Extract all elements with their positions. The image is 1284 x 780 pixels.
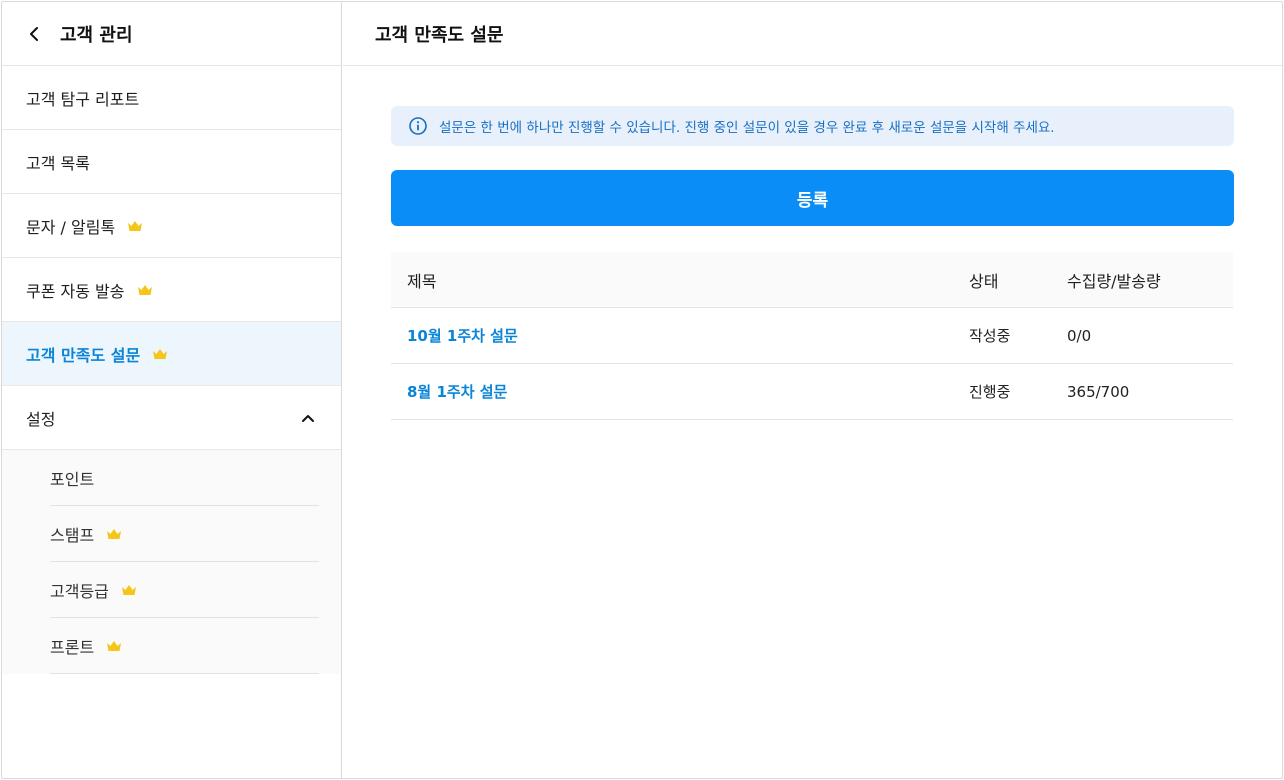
sidebar-item-customer-list[interactable]: 고객 목록 xyxy=(2,130,341,194)
survey-status: 진행중 xyxy=(969,383,1011,401)
table-row[interactable]: 8월 1주차 설문 진행중 365/700 xyxy=(391,364,1233,420)
submenu-item-front[interactable]: 프론트 xyxy=(50,618,319,674)
submenu-item-label: 포인트 xyxy=(50,469,95,489)
sidebar-item-satisfaction-survey[interactable]: 고객 만족도 설문 xyxy=(2,322,341,386)
survey-table: 제목 상태 수집량/발송량 10월 1주차 설문 작성중 0/0 8월 1주차 … xyxy=(391,252,1233,420)
sidebar-title: 고객 관리 xyxy=(60,24,133,46)
main-panel: 고객 만족도 설문 설문은 한 번에 하나만 진행할 수 있습니다. 진행 중인… xyxy=(343,2,1282,778)
notice-text: 설문은 한 번에 하나만 진행할 수 있습니다. 진행 중인 설문이 있을 경우… xyxy=(439,120,1055,136)
sidebar-item-sms-alimtalk[interactable]: 문자 / 알림톡 xyxy=(2,194,341,258)
register-button[interactable]: 등록 xyxy=(391,170,1234,226)
chevron-left-icon[interactable] xyxy=(26,26,42,42)
column-header-status: 상태 xyxy=(969,271,999,291)
column-header-title: 제목 xyxy=(407,271,437,291)
sidebar-item-settings[interactable]: 설정 xyxy=(2,386,341,450)
chevron-up-icon[interactable] xyxy=(301,411,315,425)
settings-submenu: 포인트 스탬프 고객등급 프론트 xyxy=(2,450,341,674)
main-header: 고객 만족도 설문 xyxy=(343,2,1282,66)
submenu-item-customer-grade[interactable]: 고객등급 xyxy=(50,562,319,618)
table-header: 제목 상태 수집량/발송량 xyxy=(391,252,1233,308)
survey-title-link[interactable]: 10월 1주차 설문 xyxy=(391,325,953,346)
sidebar-item-customer-report[interactable]: 고객 탐구 리포트 xyxy=(2,66,341,130)
info-icon xyxy=(409,117,427,135)
crown-icon xyxy=(152,348,168,360)
survey-status: 작성중 xyxy=(969,327,1011,345)
crown-icon xyxy=(106,640,122,652)
sidebar-item-label: 문자 / 알림톡 xyxy=(26,217,116,237)
page-title: 고객 만족도 설문 xyxy=(375,24,504,46)
survey-count: 0/0 xyxy=(1067,326,1092,345)
crown-icon xyxy=(127,220,143,232)
submenu-item-point[interactable]: 포인트 xyxy=(50,450,319,506)
app-frame: 고객 관리 고객 탐구 리포트 고객 목록 문자 / 알림톡 쿠폰 자동 발송 … xyxy=(1,1,1283,779)
survey-title-link[interactable]: 8월 1주차 설문 xyxy=(391,381,953,402)
sidebar-header: 고객 관리 xyxy=(2,2,341,66)
crown-icon xyxy=(121,584,137,596)
sidebar-item-label: 쿠폰 자동 발송 xyxy=(26,281,125,301)
crown-icon xyxy=(137,284,153,296)
submenu-item-label: 고객등급 xyxy=(50,581,109,601)
table-row[interactable]: 10월 1주차 설문 작성중 0/0 xyxy=(391,308,1233,364)
sidebar-item-label: 설정 xyxy=(26,409,56,429)
crown-icon xyxy=(106,528,122,540)
submenu-item-stamp[interactable]: 스탬프 xyxy=(50,506,319,562)
main-content: 설문은 한 번에 하나만 진행할 수 있습니다. 진행 중인 설문이 있을 경우… xyxy=(343,66,1282,420)
sidebar-item-label: 고객 만족도 설문 xyxy=(26,345,141,365)
submenu-item-label: 스탬프 xyxy=(50,525,95,545)
sidebar-item-label: 고객 목록 xyxy=(26,153,90,173)
sidebar: 고객 관리 고객 탐구 리포트 고객 목록 문자 / 알림톡 쿠폰 자동 발송 … xyxy=(2,2,342,778)
column-header-count: 수집량/발송량 xyxy=(1067,271,1161,291)
submenu-item-label: 프론트 xyxy=(50,637,95,657)
notice-banner: 설문은 한 번에 하나만 진행할 수 있습니다. 진행 중인 설문이 있을 경우… xyxy=(391,106,1234,146)
survey-count: 365/700 xyxy=(1067,382,1130,401)
sidebar-item-coupon-auto[interactable]: 쿠폰 자동 발송 xyxy=(2,258,341,322)
sidebar-item-label: 고객 탐구 리포트 xyxy=(26,89,140,109)
